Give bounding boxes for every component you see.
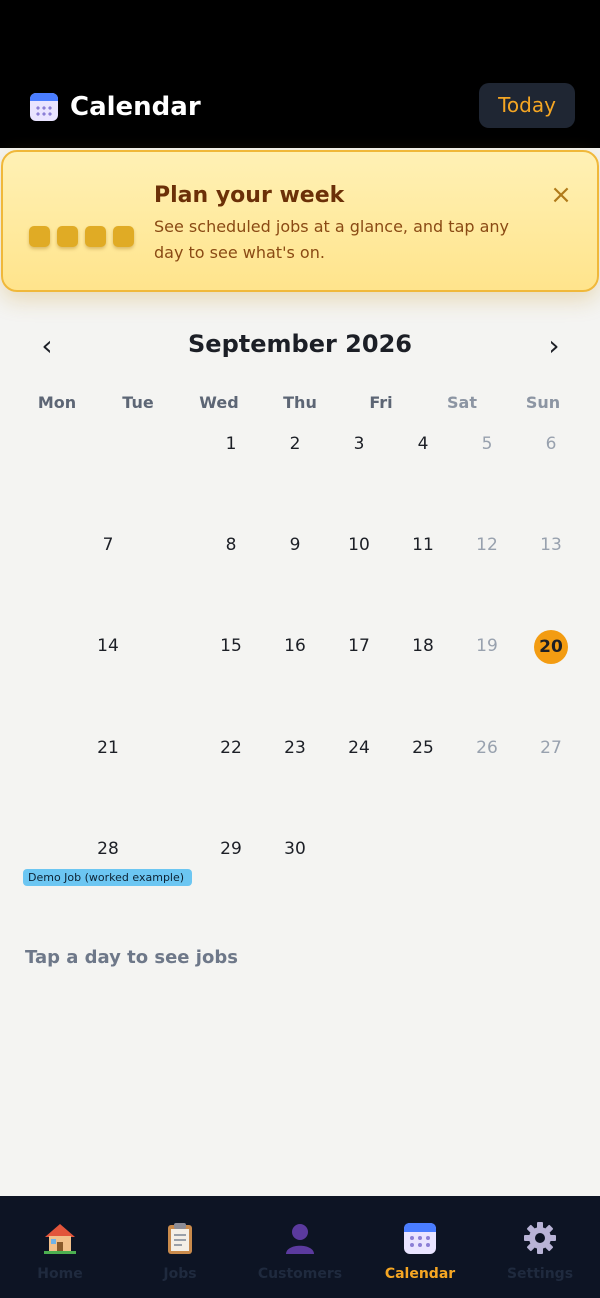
calendar-day[interactable]: 27 [531, 728, 571, 768]
calendar-day[interactable]: 13 [531, 525, 571, 565]
calendar-day[interactable]: 26 [467, 728, 507, 768]
tab-settings[interactable]: Settings [480, 1196, 600, 1298]
weekday-label: Fri [369, 393, 393, 412]
calendar-day[interactable]: 17 [339, 626, 379, 666]
calendar-day[interactable]: 28 [88, 829, 128, 869]
calendar-day[interactable]: 10 [339, 525, 379, 565]
calendar-day[interactable]: 12 [467, 525, 507, 565]
tab-label: Calendar [384, 1266, 456, 1282]
calendar-day[interactable]: 23 [275, 728, 315, 768]
banner-title: Plan your week [154, 183, 345, 208]
calendar-day[interactable]: 29 [211, 829, 251, 869]
chevron-left-icon[interactable]: ‹ [34, 328, 60, 364]
tab-label: Jobs [163, 1266, 197, 1282]
calendar-day[interactable]: 25 [403, 728, 443, 768]
banner-text: See scheduled jobs at a glance, and tap … [154, 217, 510, 262]
calendar-day[interactable]: 15 [211, 626, 251, 666]
calendar-day[interactable]: 30 [275, 829, 315, 869]
calendar-day[interactable]: 7 [88, 525, 128, 565]
calendar-day[interactable]: 21 [88, 728, 128, 768]
calendar-day[interactable]: 19 [467, 626, 507, 666]
bottom-tab-bar: Home Jobs Customers Calendar Settings [0, 1196, 600, 1298]
tab-calendar[interactable]: Calendar [360, 1196, 480, 1298]
calendar-day[interactable]: 16 [275, 626, 315, 666]
calendar-day[interactable]: 9 [275, 525, 315, 565]
month-navigation: ‹ September 2026 › [0, 326, 600, 366]
app-header: Calendar Today [0, 0, 600, 148]
today-button[interactable]: Today [479, 83, 575, 128]
calendar-day[interactable]: 11 [403, 525, 443, 565]
month-title: September 2026 [188, 330, 412, 358]
clipboard-icon [168, 1223, 192, 1254]
house-icon [44, 1224, 76, 1254]
calendar-day[interactable]: 2 [275, 424, 315, 464]
calendar-day[interactable]: 22 [211, 728, 251, 768]
select-day-hint: Tap a day to see jobs [25, 947, 238, 968]
weekday-label: Tue [122, 393, 154, 412]
weekday-label: Sat [447, 393, 477, 412]
page-title: Calendar [70, 92, 201, 122]
gear-icon [524, 1222, 556, 1254]
close-icon[interactable]: × [548, 182, 574, 208]
calendar-day[interactable]: 4 [403, 424, 443, 464]
person-icon [286, 1224, 314, 1254]
calendar-day[interactable]: 8 [211, 525, 251, 565]
calendar-day[interactable]: 3 [339, 424, 379, 464]
weekday-label: Thu [283, 393, 317, 412]
plan-week-banner: Plan your week See scheduled jobs at a g… [1, 150, 599, 292]
tab-label: Customers [257, 1266, 343, 1282]
tab-label: Settings [506, 1266, 574, 1282]
calendar-day-today[interactable]: 20 [534, 630, 568, 664]
calendar-day[interactable]: 18 [403, 626, 443, 666]
calendar-day[interactable]: 14 [88, 626, 128, 666]
tab-home[interactable]: Home [0, 1196, 120, 1298]
tab-label: Home [37, 1266, 83, 1282]
calendar-day[interactable]: 6 [531, 424, 571, 464]
calendar-day[interactable]: 1 [211, 424, 251, 464]
weekday-label: Sun [525, 393, 561, 412]
weekday-label: Mon [37, 393, 77, 412]
calendar-icon [404, 1223, 436, 1254]
event-chip[interactable]: Demo Job (worked example) [23, 869, 192, 886]
calendar-day[interactable]: 24 [339, 728, 379, 768]
tab-jobs[interactable]: Jobs [120, 1196, 240, 1298]
weekday-label: Wed [199, 393, 239, 412]
calendar-day[interactable]: 5 [467, 424, 507, 464]
calendar-icon [30, 93, 58, 121]
chevron-right-icon[interactable]: › [541, 328, 567, 364]
tab-customers[interactable]: Customers [240, 1196, 360, 1298]
